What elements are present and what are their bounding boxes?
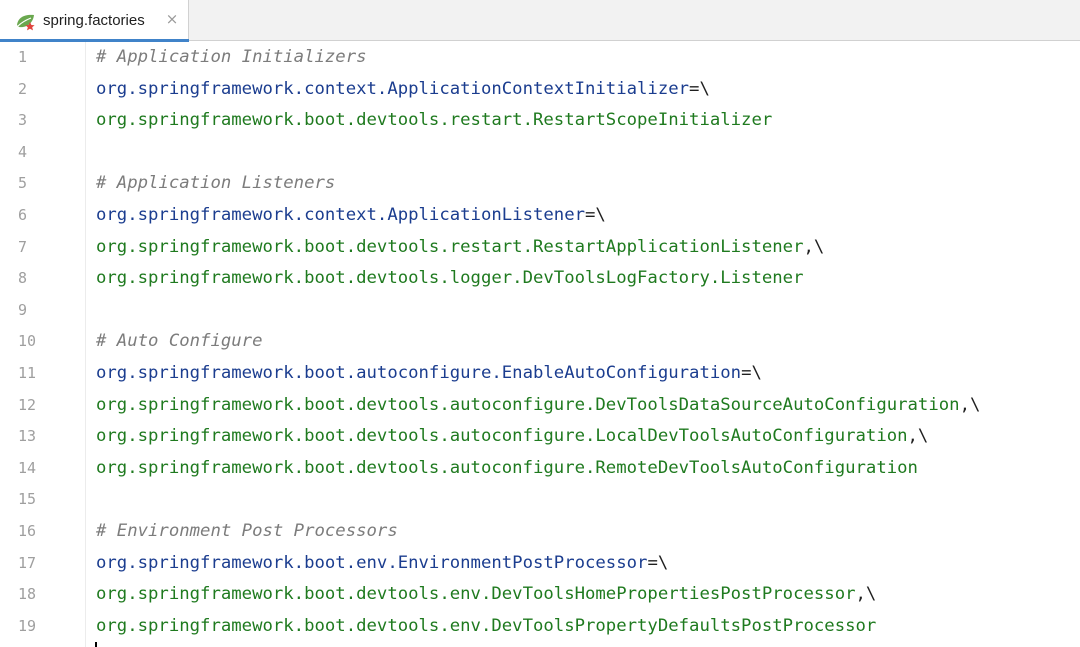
code-line[interactable]: 5 # Application Listeners — [0, 168, 1080, 200]
property-value-token: org.springframework.boot.devtools.env.De… — [96, 615, 877, 636]
code-text: org.springframework.boot.devtools.logger… — [96, 267, 804, 289]
line-number: 5 — [18, 174, 28, 193]
operator-token: =\ — [585, 205, 606, 225]
close-icon[interactable]: × — [165, 12, 179, 27]
code-text: # Application Listeners — [96, 172, 335, 194]
line-number: 7 — [18, 237, 28, 256]
code-text: org.springframework.boot.devtools.autoco… — [96, 394, 980, 416]
line-number: 1 — [18, 48, 28, 66]
comment-token: # Application Initializers — [96, 47, 367, 67]
code-text: org.springframework.boot.devtools.restar… — [96, 236, 824, 258]
code-line[interactable]: 14 org.springframework.boot.devtools.auto… — [0, 453, 1080, 485]
line-number: 6 — [18, 206, 28, 224]
code-text: org.springframework.boot.autoconfigure.E… — [96, 362, 762, 384]
property-key-token: org.springframework.boot.autoconfigure.E… — [96, 363, 742, 383]
code-line[interactable]: 9 — [0, 295, 1080, 327]
code-line[interactable]: 17 org.springframework.boot.env.Environme… — [0, 548, 1080, 580]
code-line[interactable]: 4 — [0, 137, 1080, 169]
operator-token: ,\ — [855, 584, 877, 605]
property-value-token: org.springframework.boot.devtools.restar… — [96, 236, 804, 257]
property-value-token: org.springframework.boot.devtools.env.De… — [96, 584, 856, 605]
code-line[interactable]: 11 org.springframework.boot.autoconfigure… — [0, 358, 1080, 390]
code-text: org.springframework.context.ApplicationC… — [96, 78, 710, 100]
tab-title: spring.factories — [43, 12, 145, 29]
line-number: 9 — [18, 300, 28, 319]
operator-token: ,\ — [959, 394, 981, 415]
tab-spring-factories[interactable]: spring.factories × — [0, 0, 189, 42]
comment-token: # Environment Post Processors — [96, 521, 398, 541]
code-line[interactable]: 16 # Environment Post Processors — [0, 516, 1080, 548]
line-number: 3 — [18, 111, 28, 130]
code-line[interactable]: 8 org.springframework.boot.devtools.logge… — [0, 263, 1080, 295]
code-line[interactable]: 1 # Application Initializers — [0, 42, 1080, 74]
code-editor[interactable]: 1 # Application Initializers 2 org.springfr… — [0, 42, 1080, 647]
line-number: 15 — [18, 490, 37, 509]
line-number: 18 — [18, 585, 37, 604]
operator-token: ,\ — [907, 426, 929, 447]
code-text: org.springframework.boot.devtools.env.De… — [96, 583, 876, 605]
code-text: # Application Initializers — [96, 46, 367, 68]
editor-tab-bar: spring.factories × — [0, 0, 1080, 42]
code-text: org.springframework.boot.devtools.autoco… — [96, 425, 928, 447]
property-key-token: org.springframework.boot.env.Environment… — [96, 552, 648, 573]
property-value-token: org.springframework.boot.devtools.autoco… — [96, 426, 908, 447]
operator-token: =\ — [741, 363, 762, 383]
code-text: org.springframework.boot.devtools.autoco… — [96, 457, 918, 479]
line-number: 11 — [18, 364, 37, 382]
line-number: 2 — [18, 79, 28, 98]
property-value-token: org.springframework.boot.devtools.autoco… — [96, 394, 960, 415]
code-line[interactable]: 13 org.springframework.boot.devtools.auto… — [0, 421, 1080, 453]
code-line[interactable]: 3 org.springframework.boot.devtools.resta… — [0, 105, 1080, 137]
line-number: 4 — [18, 142, 28, 161]
line-number: 16 — [18, 522, 37, 540]
line-number: 10 — [18, 332, 37, 351]
code-line[interactable]: 6 org.springframework.context.Application… — [0, 200, 1080, 232]
code-text: # Environment Post Processors — [96, 520, 398, 542]
operator-token: =\ — [689, 78, 710, 99]
line-number: 8 — [18, 269, 28, 288]
code-line[interactable]: 10 # Auto Configure — [0, 326, 1080, 358]
code-text: org.springframework.context.ApplicationL… — [96, 204, 606, 226]
code-line[interactable]: 12 org.springframework.boot.devtools.auto… — [0, 390, 1080, 422]
code-line[interactable]: 7 org.springframework.boot.devtools.resta… — [0, 232, 1080, 264]
code-line[interactable]: 19 org.springframework.boot.devtools.env.… — [0, 611, 1080, 643]
spring-leaf-icon — [17, 14, 35, 31]
operator-token: =\ — [647, 552, 669, 573]
code-text: org.springframework.boot.devtools.restar… — [96, 109, 772, 131]
property-value-token: org.springframework.boot.devtools.restar… — [96, 110, 773, 131]
line-number: 19 — [18, 616, 37, 635]
property-key-token: org.springframework.context.ApplicationL… — [96, 205, 585, 225]
code-text: org.springframework.boot.devtools.env.De… — [96, 615, 876, 637]
line-number: 12 — [18, 395, 37, 414]
property-key-token: org.springframework.context.ApplicationC… — [96, 78, 690, 99]
operator-token: ,\ — [803, 236, 825, 257]
code-text: org.springframework.boot.env.Environment… — [96, 552, 668, 574]
code-line[interactable]: 2 org.springframework.context.Application… — [0, 74, 1080, 106]
line-number: 13 — [18, 427, 37, 446]
property-value-token: org.springframework.boot.devtools.logger… — [96, 268, 804, 289]
property-value-token: org.springframework.boot.devtools.autoco… — [96, 457, 918, 478]
line-number: 17 — [18, 553, 37, 572]
code-line[interactable]: 18 org.springframework.boot.devtools.env.… — [0, 579, 1080, 611]
comment-token: # Auto Configure — [96, 331, 263, 352]
text-caret — [95, 642, 97, 647]
code-line[interactable]: 15 — [0, 484, 1080, 516]
code-text: # Auto Configure — [96, 330, 262, 352]
comment-token: # Application Listeners — [96, 173, 336, 194]
line-number: 14 — [18, 458, 37, 477]
